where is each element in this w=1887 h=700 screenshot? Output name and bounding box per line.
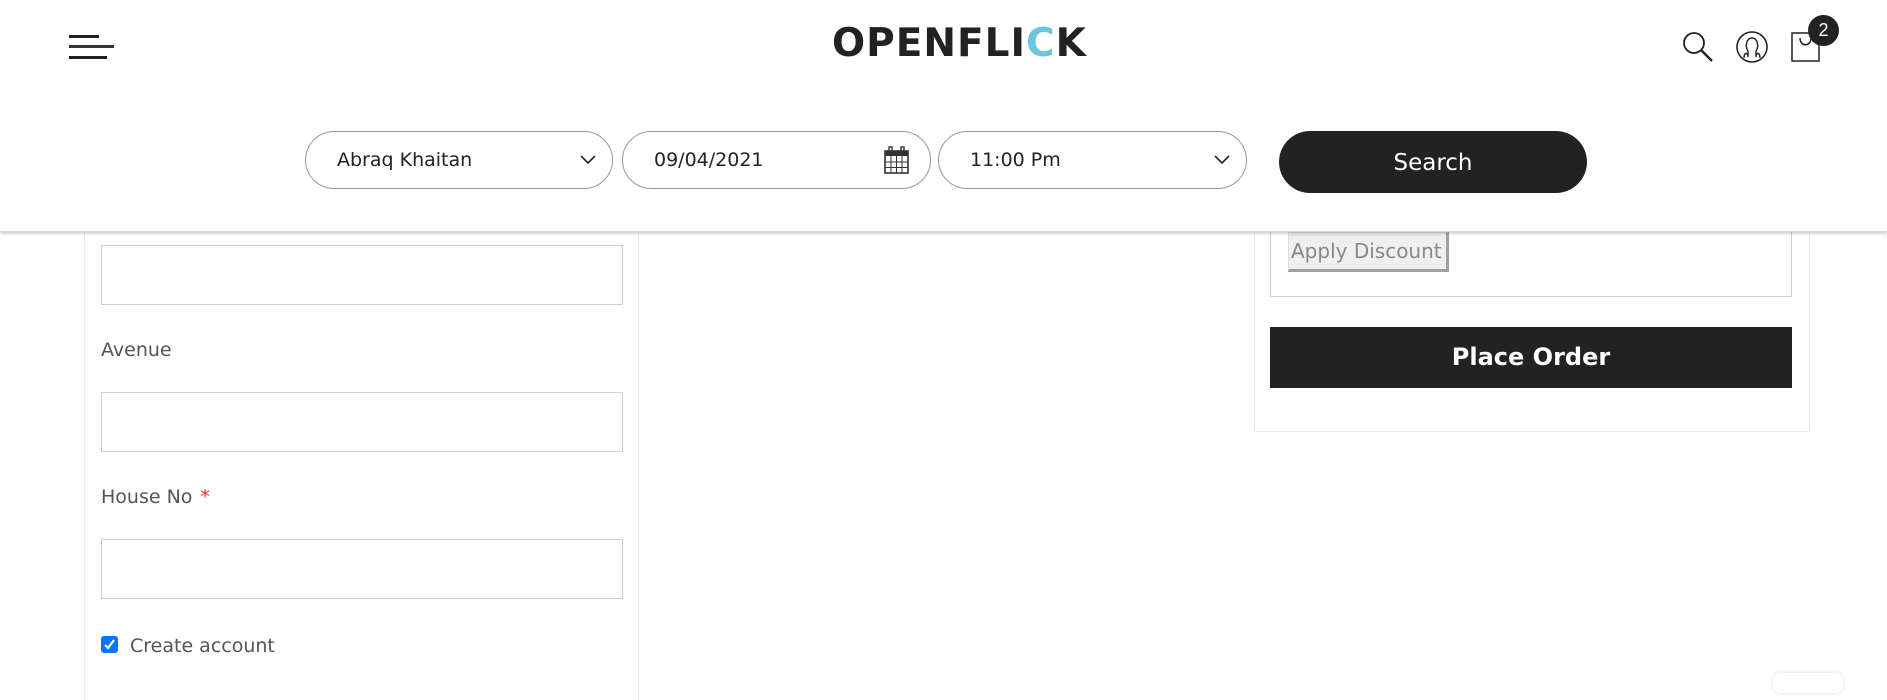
checkmark-icon [104, 639, 115, 650]
place-order-button[interactable]: Place Order [1270, 327, 1792, 388]
chevron-down-icon [1214, 155, 1230, 165]
location-select[interactable]: Abraq Khaitan [305, 131, 613, 189]
avenue-label: Avenue [101, 339, 172, 361]
house-no-label: House No * [101, 486, 210, 508]
menu-icon-line [69, 45, 114, 48]
search-button[interactable]: Search [1279, 131, 1587, 193]
apply-discount-button[interactable]: Apply Discount [1288, 232, 1449, 272]
menu-button[interactable] [66, 28, 118, 64]
menu-icon [69, 35, 99, 38]
logo-text-end: K [1055, 21, 1087, 66]
create-account-checkbox[interactable] [101, 636, 118, 653]
time-select[interactable]: 11:00 Pm [938, 131, 1247, 189]
chevron-down-icon [580, 155, 596, 165]
calendar-icon[interactable] [884, 146, 909, 174]
menu-icon-line [69, 56, 107, 59]
date-value: 09/04/2021 [654, 149, 764, 171]
house-no-input[interactable] [101, 539, 623, 599]
time-value: 11:00 Pm [970, 149, 1061, 171]
user-icon[interactable] [1735, 30, 1769, 64]
site-logo[interactable]: OPENFLICK [832, 21, 1086, 66]
date-input[interactable]: 09/04/2021 [622, 131, 931, 189]
house-no-label-text: House No [101, 486, 193, 508]
logo-text-main: OPENFLI [832, 21, 1027, 66]
cart-count-badge: 2 [1808, 15, 1839, 46]
site-header: OPENFLICK 2 Abraq Khaitan 09/04/2021 11:… [0, 0, 1887, 232]
floating-widget[interactable] [1773, 673, 1843, 693]
required-asterisk: * [200, 486, 210, 508]
location-value: Abraq Khaitan [337, 149, 473, 171]
search-icon[interactable] [1681, 30, 1715, 64]
create-account-label[interactable]: Create account [130, 635, 275, 657]
address-field-input[interactable] [101, 245, 623, 305]
logo-text-accent: C [1026, 21, 1056, 66]
avenue-input[interactable] [101, 392, 623, 452]
